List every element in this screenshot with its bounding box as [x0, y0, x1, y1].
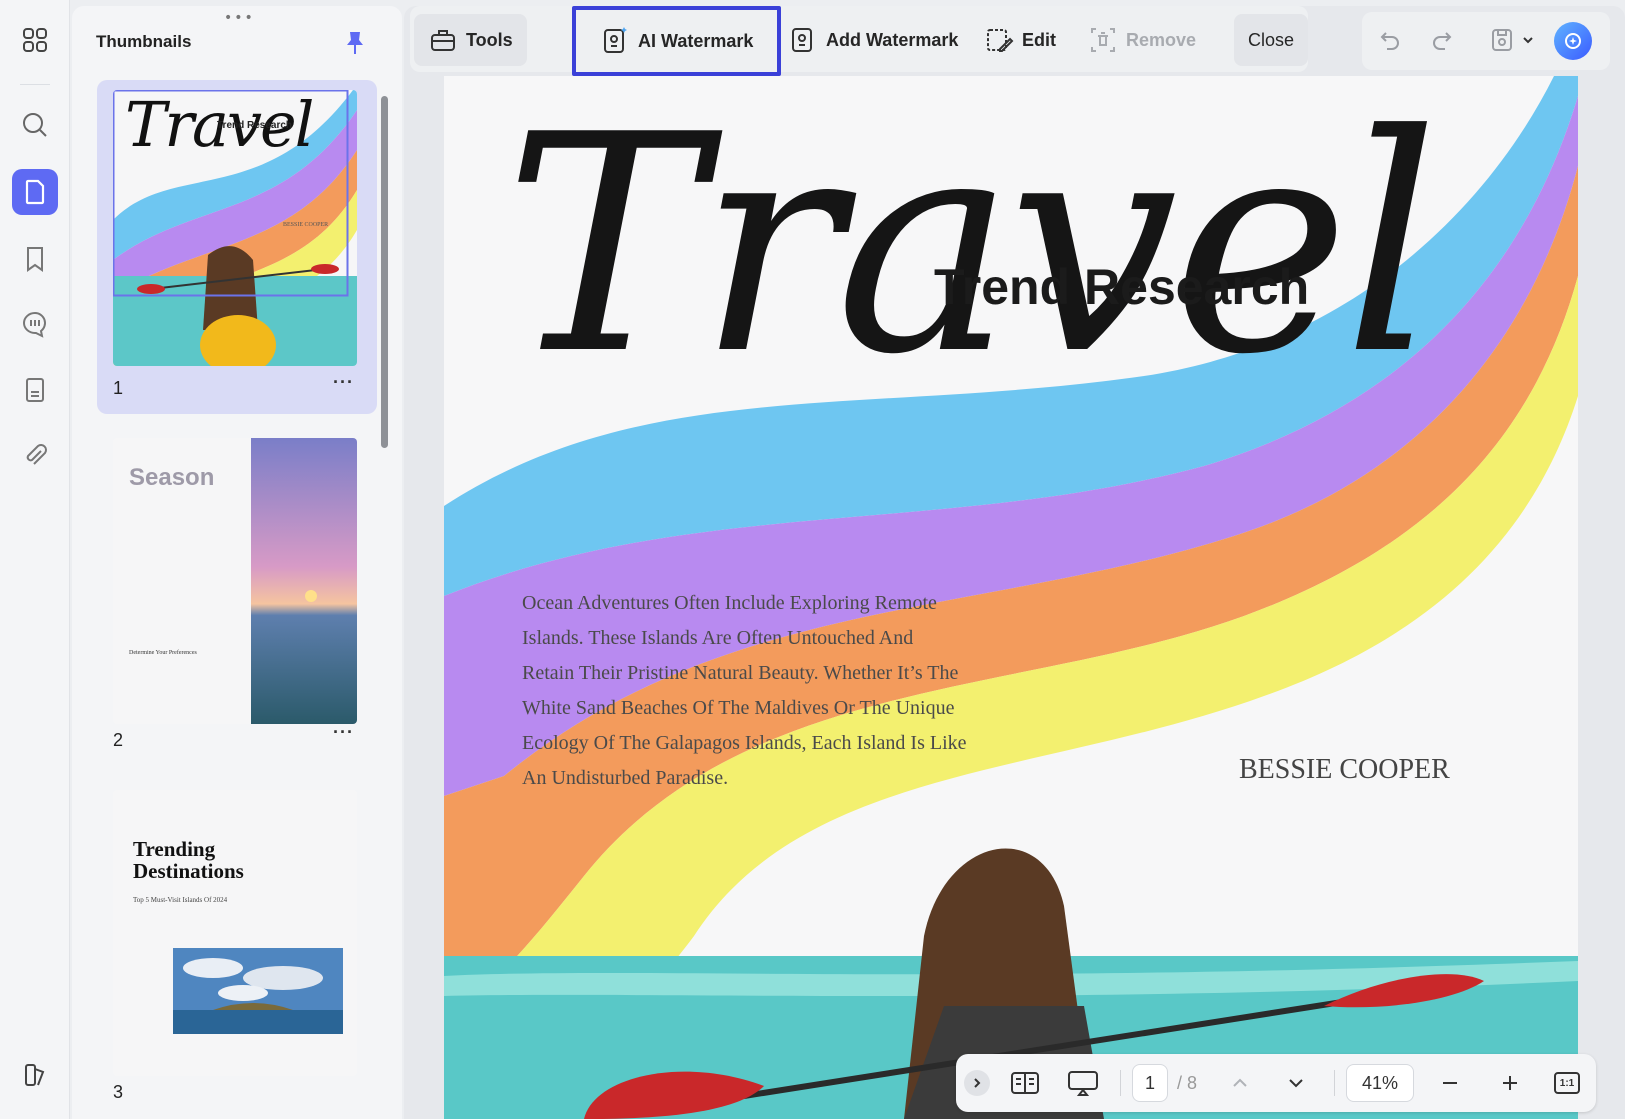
next-page-icon[interactable]	[1282, 1064, 1310, 1102]
page-number-input[interactable]: 1	[1132, 1064, 1168, 1102]
watermark-icon	[792, 28, 812, 52]
edit-button[interactable]: Edit	[970, 14, 1070, 66]
edit-watermark-icon	[987, 29, 1014, 52]
two-page-view-icon[interactable]	[1008, 1064, 1042, 1102]
script-title: Travel	[504, 76, 1439, 420]
thumbnail-page-1[interactable]: Travel Trend Research BESSIE COOPER 1 ··…	[97, 80, 377, 414]
zoom-out-icon[interactable]	[1436, 1064, 1464, 1102]
rail-divider	[20, 84, 50, 85]
attachment-icon[interactable]	[12, 432, 58, 478]
page-number: 1	[113, 378, 124, 398]
remove-label: Remove	[1126, 29, 1197, 50]
tools-button[interactable]: Tools	[414, 14, 527, 66]
add-watermark-button[interactable]: Add Watermark	[774, 14, 972, 66]
zoom-in-icon[interactable]	[1496, 1064, 1524, 1102]
remove-button[interactable]: Remove	[1074, 14, 1210, 66]
body-line: White Sand Beaches Of The Maldives Or Th…	[522, 697, 955, 719]
document-page: Travel Trend Research Ocean Adventures O…	[444, 76, 1578, 1119]
thumbnails-panel: ••• Thumbnails Travel Trend Research BES…	[72, 6, 402, 1119]
tools-label: Tools	[466, 29, 513, 50]
left-rail	[0, 0, 70, 1119]
document-body: Ocean Adventures Often Include Exploring…	[522, 586, 992, 796]
panel-title: Thumbnails	[96, 32, 192, 51]
comments-icon[interactable]	[12, 301, 58, 347]
actual-size-label: 1:1	[1554, 1072, 1580, 1094]
ai-assistant-icon[interactable]	[1554, 22, 1592, 60]
add-watermark-label: Add Watermark	[826, 29, 959, 50]
drag-handle[interactable]: •••	[224, 10, 255, 26]
thumbnail-page-3[interactable]: Trending Destinations Top 5 Must-Visit I…	[97, 788, 377, 1118]
thumbnail-page-2[interactable]: Season Determine Your Preferences 2 ···	[97, 426, 377, 766]
thumbnail-image: Trending Destinations Top 5 Must-Visit I…	[113, 790, 357, 1076]
redo-icon[interactable]	[1426, 24, 1458, 56]
ai-watermark-icon	[604, 27, 627, 53]
body-line: Islands. These Islands Are Often Untouch…	[522, 627, 914, 649]
scrollbar[interactable]	[381, 96, 388, 448]
toolbox-icon	[431, 30, 455, 51]
quick-actions	[1362, 12, 1610, 70]
thumbnail-title: Trending Destinations	[133, 837, 244, 883]
body-line: Retain Their Pristine Natural Beauty. Wh…	[522, 662, 959, 684]
ai-watermark-button[interactable]: AI Watermark	[572, 6, 782, 76]
ai-watermark-label: AI Watermark	[638, 30, 754, 51]
actual-size-icon[interactable]: 1:1	[1552, 1064, 1582, 1102]
page-number: 2	[113, 730, 124, 750]
close-label: Close	[1248, 29, 1295, 50]
page-navigation-bar: 1 / 8 41% 1:1	[956, 1054, 1596, 1112]
document-subtitle: Trend Research	[934, 259, 1310, 315]
document-author: BESSIE COOPER	[1239, 754, 1450, 785]
divider	[1120, 1070, 1121, 1096]
thumbnail-image: Season Determine Your Preferences	[113, 438, 357, 724]
watermark-toolbar: Tools AI Watermark Add Watermark Edit Re…	[410, 6, 1309, 76]
close-button[interactable]: Close	[1234, 14, 1309, 66]
zoom-level[interactable]: 41%	[1346, 1064, 1414, 1102]
presentation-icon[interactable]	[1066, 1064, 1100, 1102]
page-number: 3	[113, 1082, 124, 1102]
thumbnail-subheading: Determine Your Preferences	[129, 650, 197, 656]
previous-page-icon[interactable]	[1226, 1064, 1254, 1102]
apps-icon[interactable]	[12, 17, 58, 63]
theme-icon[interactable]	[12, 1052, 58, 1098]
more-options-icon[interactable]: ···	[333, 372, 354, 393]
pin-icon[interactable]	[340, 28, 370, 58]
pages-icon[interactable]	[12, 169, 58, 215]
body-line: An Undisturbed Paradise.	[522, 767, 729, 789]
edit-label: Edit	[1022, 29, 1056, 50]
collapse-icon[interactable]	[964, 1070, 990, 1096]
form-icon[interactable]	[12, 367, 58, 413]
save-icon[interactable]	[1486, 24, 1518, 56]
thumbnail-subtitle: Top 5 Must-Visit Islands Of 2024	[133, 896, 228, 904]
divider	[1334, 1070, 1335, 1096]
remove-watermark-icon	[1091, 28, 1115, 52]
page-total: / 8	[1176, 1072, 1197, 1093]
thumbnail-author: BESSIE COOPER	[283, 222, 329, 228]
body-line: Ecology Of The Galapagos Islands, Each I…	[522, 732, 967, 754]
search-icon[interactable]	[12, 102, 58, 148]
chevron-down-icon[interactable]	[1518, 24, 1538, 56]
body-line: Ocean Adventures Often Include Exploring…	[522, 592, 937, 614]
thumbnail-title: Season	[129, 464, 215, 491]
more-options-icon[interactable]: ···	[333, 722, 354, 743]
main-area: Tools AI Watermark Add Watermark Edit Re…	[404, 6, 1625, 1119]
bookmark-icon[interactable]	[12, 236, 58, 282]
thumbnail-subtitle: Trend Research	[217, 120, 293, 131]
thumbnail-image: Travel Trend Research BESSIE COOPER	[113, 90, 357, 366]
undo-icon[interactable]	[1374, 24, 1406, 56]
